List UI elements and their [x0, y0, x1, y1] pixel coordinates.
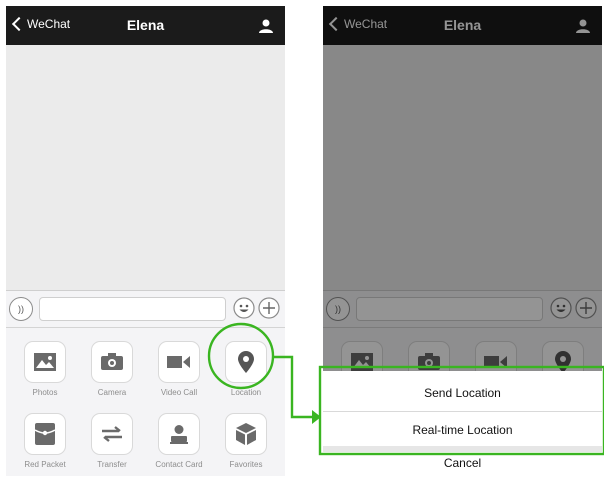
camera-icon [101, 353, 123, 370]
chat-message-area [6, 45, 285, 290]
panel-item-photos[interactable]: Photos [15, 341, 75, 397]
message-input[interactable] [39, 297, 226, 321]
transfer-icon [102, 426, 122, 442]
arrow-right-icon [312, 410, 321, 424]
panel-item-favorites[interactable]: Favorites [216, 413, 276, 469]
more-functions-panel: Photos Camera Video Call Location Red Pa… [6, 327, 285, 476]
panel-item-label: Location [230, 388, 262, 397]
panel-item-label: Video Call [160, 388, 198, 397]
person-icon[interactable] [258, 18, 274, 34]
phone-screen-right: WeChat Elena )) Send Location Real-time … [323, 6, 602, 476]
real-time-location-button[interactable]: Real-time Location [323, 412, 602, 448]
chat-title: Elena [126, 17, 165, 33]
panel-item-contact-card[interactable]: Contact Card [149, 413, 209, 469]
photo-icon [34, 353, 56, 371]
panel-item-label: Contact Card [155, 460, 203, 469]
panel-item-label: Camera [97, 388, 127, 397]
favorites-icon [236, 423, 256, 445]
voice-icon[interactable]: )) [9, 297, 33, 321]
red-packet-icon [35, 423, 55, 445]
panel-item-label: Transfer [97, 460, 127, 469]
location-pin-icon [238, 351, 254, 373]
video-icon [167, 356, 190, 368]
panel-item-label: Favorites [229, 460, 263, 469]
panel-item-transfer[interactable]: Transfer [82, 413, 142, 469]
panel-item-label: Red Packet [24, 460, 66, 469]
panel-item-video-call[interactable]: Video Call [149, 341, 209, 397]
panel-item-label: Photos [32, 388, 58, 397]
plus-icon[interactable] [258, 297, 280, 319]
nav-bar: WeChat Elena [6, 6, 285, 45]
emoji-icon[interactable] [233, 297, 255, 319]
panel-item-camera[interactable]: Camera [82, 341, 142, 397]
location-action-sheet: Send Location Real-time Location Cancel [323, 371, 602, 476]
send-location-button[interactable]: Send Location [323, 375, 602, 411]
cancel-button[interactable]: Cancel [323, 451, 602, 476]
input-bar: )) [6, 290, 285, 328]
panel-item-location[interactable]: Location [216, 341, 276, 397]
contact-card-icon [170, 425, 188, 444]
panel-item-red-packet[interactable]: Red Packet [15, 413, 75, 469]
phone-screen-left: WeChat Elena )) Photos Camera Video Call… [6, 6, 285, 476]
